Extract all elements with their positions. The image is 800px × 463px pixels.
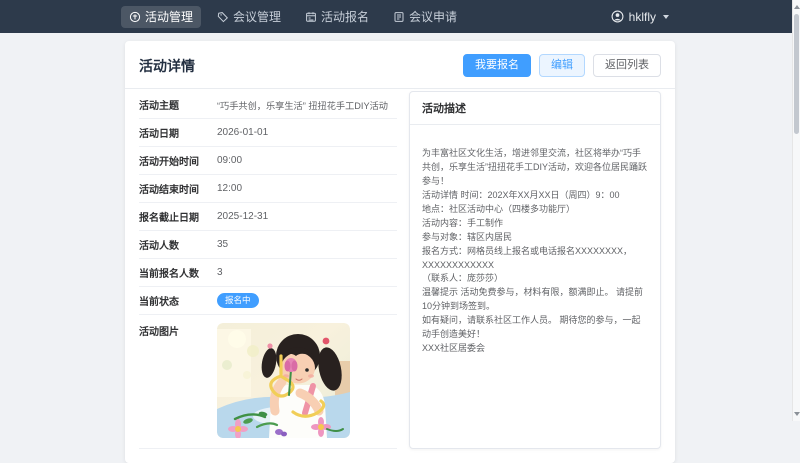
detail-row-enrolled-count: 当前报名人数 3 [139, 259, 397, 287]
detail-row-status: 当前状态 报名中 [139, 287, 397, 315]
detail-label: 当前状态 [139, 297, 179, 308]
detail-label: 活动主题 [139, 101, 179, 112]
nav-item-label: 活动报名 [321, 9, 370, 24]
detail-label: 活动日期 [139, 129, 179, 140]
nav-item-label: 活动管理 [145, 9, 194, 24]
navbar-menu: 活动管理 会议管理 活动报名 会议申请 [121, 5, 465, 28]
detail-label: 报名截止日期 [139, 213, 199, 224]
detail-value: 2026-01-01 [217, 127, 269, 138]
nav-item-activity-signup[interactable]: 活动报名 [297, 6, 377, 28]
card-content: 活动主题 “巧手共创，乐享生活” 扭扭花手工DIY活动 活动日期 2026-01… [139, 91, 661, 449]
header-actions: 我要报名 编辑 返回列表 [463, 54, 661, 77]
detail-label: 活动开始时间 [139, 157, 199, 168]
navbar-container: 活动管理 会议管理 活动报名 会议申请 hklfly [121, 5, 671, 28]
detail-row-image: 活动图片 [139, 315, 397, 449]
detail-label: 活动结束时间 [139, 185, 199, 196]
description-body: 为丰富社区文化生活，增进邻里交流，社区将举办“巧手共创，乐享生活”扭扭花手工DI… [422, 148, 648, 354]
back-to-list-button[interactable]: 返回列表 [593, 54, 661, 77]
nav-item-label: 会议管理 [233, 9, 282, 24]
status-badge: 报名中 [217, 293, 259, 308]
activity-signup-icon [305, 11, 317, 23]
detail-row-start-time: 活动开始时间 09:00 [139, 147, 397, 175]
user-dropdown[interactable]: hklfly [609, 6, 671, 28]
activity-detail-card: 活动详情 我要报名 编辑 返回列表 活动主题 “巧手共创，乐享生活” 扭扭花手工… [125, 41, 675, 463]
detail-label: 当前报名人数 [139, 269, 199, 280]
scrollbar-thumb[interactable] [794, 14, 799, 134]
detail-value: 2025-12-31 [217, 211, 269, 222]
top-navbar: 活动管理 会议管理 活动报名 会议申请 hklfly [0, 0, 800, 33]
detail-value: 09:00 [217, 155, 243, 166]
activity-management-icon [129, 11, 141, 23]
detail-value: 报名中 [217, 293, 259, 308]
detail-row-end-time: 活动结束时间 12:00 [139, 175, 397, 203]
detail-value: “巧手共创，乐享生活” 扭扭花手工DIY活动 [217, 100, 388, 111]
nav-item-meeting-apply[interactable]: 会议申请 [385, 6, 465, 28]
signup-button[interactable]: 我要报名 [463, 54, 531, 77]
activity-description-card: 活动描述 为丰富社区文化生活，增进邻里交流，社区将举办“巧手共创，乐享生活”扭扭… [409, 91, 661, 449]
edit-button[interactable]: 编辑 [539, 54, 585, 77]
scrollbar-down-arrow-icon[interactable] [794, 412, 800, 416]
detail-row-theme: 活动主题 “巧手共创，乐享生活” 扭扭花手工DIY活动 [139, 91, 397, 119]
avatar-icon [611, 10, 624, 23]
detail-value: 3 [217, 267, 223, 278]
detail-label: 活动图片 [139, 327, 179, 338]
activity-details-list: 活动主题 “巧手共创，乐享生活” 扭扭花手工DIY活动 活动日期 2026-01… [139, 91, 397, 449]
window-scrollbar[interactable] [792, 0, 800, 421]
description-title: 活动描述 [410, 92, 660, 125]
detail-value: 35 [217, 239, 229, 250]
nav-item-label: 会议申请 [409, 9, 458, 24]
page-title: 活动详情 [139, 57, 195, 74]
detail-value: 12:00 [217, 183, 243, 194]
detail-row-date: 活动日期 2026-01-01 [139, 119, 397, 147]
detail-label: 活动人数 [139, 241, 179, 252]
nav-item-activity-management[interactable]: 活动管理 [121, 5, 202, 28]
card-header: 活动详情 我要报名 编辑 返回列表 [125, 52, 675, 89]
chevron-down-icon [663, 14, 669, 19]
username: hklfly [628, 9, 656, 24]
nav-item-meeting-management[interactable]: 会议管理 [209, 6, 289, 28]
scrollbar-up-arrow-icon[interactable] [794, 5, 800, 9]
detail-row-capacity: 活动人数 35 [139, 231, 397, 259]
meeting-apply-icon [393, 11, 405, 23]
meeting-management-icon [217, 11, 229, 23]
detail-row-deadline: 报名截止日期 2025-12-31 [139, 203, 397, 231]
